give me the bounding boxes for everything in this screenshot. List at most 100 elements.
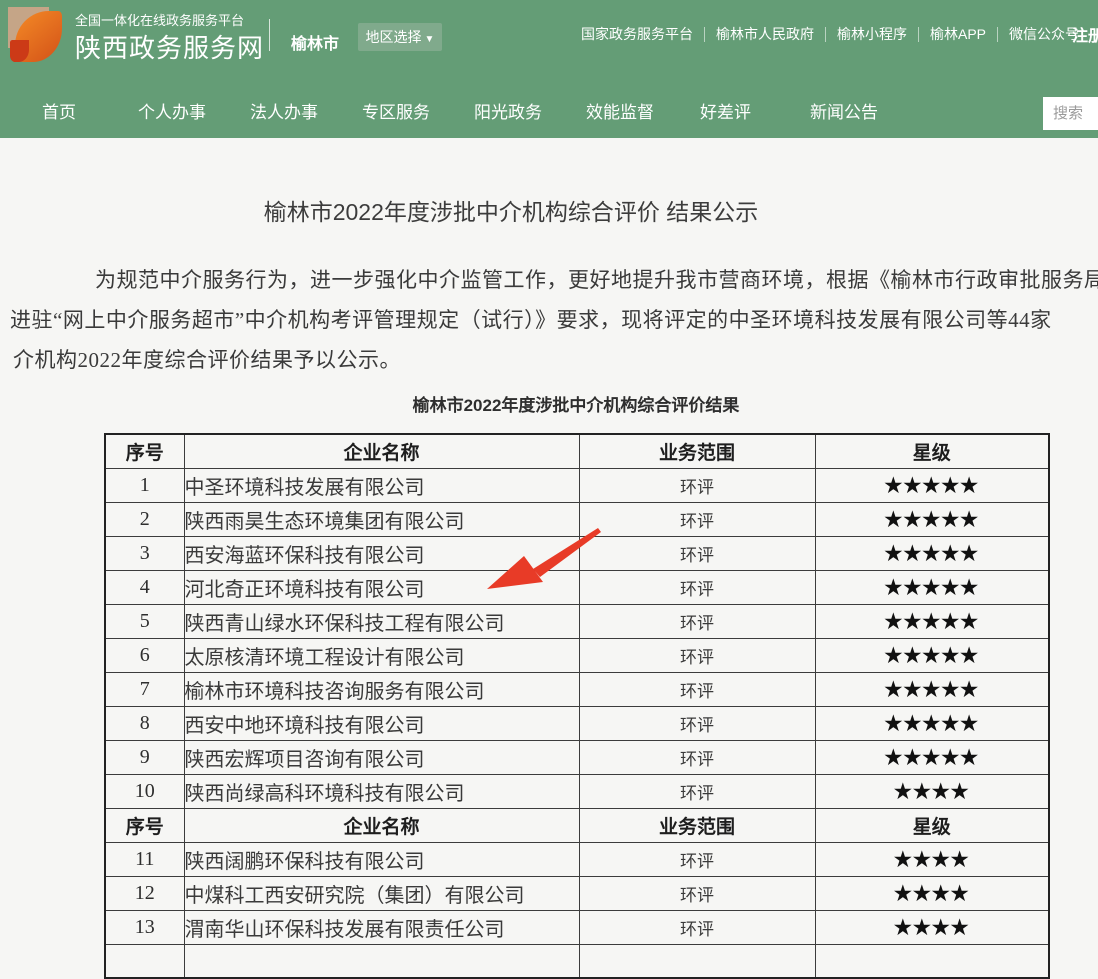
- chevron-down-icon: ▼: [425, 34, 435, 45]
- table-row: 7榆林市环境科技咨询服务有限公司环评★★★★★: [105, 672, 1049, 706]
- business-scope: 环评: [579, 570, 815, 604]
- row-number: 10: [105, 774, 184, 808]
- top-link[interactable]: 榆林APP: [919, 24, 997, 44]
- top-link[interactable]: 榆林市人民政府: [705, 24, 825, 44]
- region-selector-label: 地区选择: [366, 29, 422, 45]
- table-row: 3西安海蓝环保科技有限公司环评★★★★★: [105, 536, 1049, 570]
- nav-item-7[interactable]: 好差评: [700, 98, 751, 123]
- row-number: 8: [105, 706, 184, 740]
- star-rating: ★★★★★: [815, 570, 1049, 604]
- region-selector-button[interactable]: 地区选择▼: [358, 23, 442, 51]
- table-row: 13渭南华山环保科技发展有限责任公司环评★★★★: [105, 910, 1049, 944]
- column-header: 序号: [105, 808, 184, 842]
- page-title: 榆林市2022年度涉批中介机构综合评价 结果公示: [0, 193, 1022, 227]
- table-header-row: 序号企业名称业务范围星级: [105, 434, 1049, 468]
- nav-item-1[interactable]: 首页: [42, 98, 76, 123]
- top-links: 国家政务服务平台榆林市人民政府榆林小程序榆林APP微信公众号: [570, 25, 1090, 43]
- star-rating: ★★★★★: [815, 672, 1049, 706]
- column-header: 星级: [815, 808, 1049, 842]
- company-name: 陕西宏辉项目咨询有限公司: [184, 740, 579, 774]
- row-number: 1: [105, 468, 184, 502]
- business-scope: 环评: [579, 468, 815, 502]
- company-name: 中煤科工西安研究院（集团）有限公司: [184, 876, 579, 910]
- business-scope: 环评: [579, 502, 815, 536]
- star-rating: ★★★★★: [815, 502, 1049, 536]
- nav-item-8[interactable]: 新闻公告: [810, 98, 878, 123]
- business-scope: 环评: [579, 706, 815, 740]
- search-input[interactable]: [1043, 97, 1098, 130]
- nav-item-4[interactable]: 专区服务: [362, 98, 430, 123]
- row-number: 3: [105, 536, 184, 570]
- business-scope: 环评: [579, 536, 815, 570]
- table-row: 1中圣环境科技发展有限公司环评★★★★★: [105, 468, 1049, 502]
- paragraph-line: 介机构2022年度综合评价结果予以公示。: [13, 344, 401, 374]
- company-name: 西安中地环境科技有限公司: [184, 706, 579, 740]
- row-number: 7: [105, 672, 184, 706]
- nav-item-5[interactable]: 阳光政务: [474, 98, 542, 123]
- company-name: 河北奇正环境科技有限公司: [184, 570, 579, 604]
- company-name: 榆林市环境科技咨询服务有限公司: [184, 672, 579, 706]
- main-nav: 首页 个人办事 法人办事 专区服务 阳光政务 效能监督 好差评 新闻公告: [0, 72, 1098, 138]
- company-name: 西安海蓝环保科技有限公司: [184, 536, 579, 570]
- company-name: 陕西尚绿高科环境科技有限公司: [184, 774, 579, 808]
- site-logo: [8, 7, 65, 64]
- company-name: 中圣环境科技发展有限公司: [184, 468, 579, 502]
- current-city: 榆林市: [291, 30, 339, 54]
- table-row: 8西安中地环境科技有限公司环评★★★★★: [105, 706, 1049, 740]
- table-row: 11陕西阔鹏环保科技有限公司环评★★★★: [105, 842, 1049, 876]
- nav-item-2[interactable]: 个人办事: [138, 98, 206, 123]
- column-header: 业务范围: [579, 808, 815, 842]
- row-number: 9: [105, 740, 184, 774]
- row-number: 12: [105, 876, 184, 910]
- divider: [269, 19, 270, 51]
- star-rating: ★★★★★: [815, 706, 1049, 740]
- business-scope: 环评: [579, 672, 815, 706]
- column-header: 序号: [105, 434, 184, 468]
- star-rating: ★★★★: [815, 910, 1049, 944]
- site-name: 陕西政务服务网: [75, 28, 264, 65]
- paragraph-line: 进驻“网上中介服务超市”中介机构考评管理规定（试行）》要求，现将评定的中圣环境科…: [10, 304, 1052, 334]
- table-row: 12中煤科工西安研究院（集团）有限公司环评★★★★: [105, 876, 1049, 910]
- company-name: [184, 944, 579, 978]
- platform-name: 全国一体化在线政务服务平台: [75, 10, 244, 29]
- nav-item-6[interactable]: 效能监督: [586, 98, 654, 123]
- company-name: 太原核清环境工程设计有限公司: [184, 638, 579, 672]
- star-rating: ★★★★★: [815, 468, 1049, 502]
- table-row: 5陕西青山绿水环保科技工程有限公司环评★★★★★: [105, 604, 1049, 638]
- row-number: 6: [105, 638, 184, 672]
- register-link[interactable]: 注册: [1072, 22, 1098, 46]
- row-number: 5: [105, 604, 184, 638]
- row-number: 2: [105, 502, 184, 536]
- column-header: 星级: [815, 434, 1049, 468]
- business-scope: 环评: [579, 638, 815, 672]
- table-row: 2陕西雨昊生态环境集团有限公司环评★★★★★: [105, 502, 1049, 536]
- company-name: 陕西青山绿水环保科技工程有限公司: [184, 604, 579, 638]
- table-row: [105, 944, 1049, 978]
- top-link[interactable]: 国家政务服务平台: [570, 24, 704, 44]
- business-scope: 环评: [579, 842, 815, 876]
- table-row: 4河北奇正环境科技有限公司环评★★★★★: [105, 570, 1049, 604]
- star-rating: ★★★★★: [815, 740, 1049, 774]
- company-name: 渭南华山环保科技发展有限责任公司: [184, 910, 579, 944]
- company-name: 陕西雨昊生态环境集团有限公司: [184, 502, 579, 536]
- table-caption: 榆林市2022年度涉批中介机构综合评价结果: [104, 391, 1048, 416]
- nav-item-3[interactable]: 法人办事: [250, 98, 318, 123]
- top-link[interactable]: 榆林小程序: [826, 24, 918, 44]
- row-number: [105, 944, 184, 978]
- business-scope: 环评: [579, 774, 815, 808]
- column-header: 业务范围: [579, 434, 815, 468]
- star-rating: ★★★★★: [815, 638, 1049, 672]
- business-scope: 环评: [579, 910, 815, 944]
- table-row: 6太原核清环境工程设计有限公司环评★★★★★: [105, 638, 1049, 672]
- table-row: 10陕西尚绿高科环境科技有限公司环评★★★★: [105, 774, 1049, 808]
- site-header: 全国一体化在线政务服务平台 陕西政务服务网 榆林市 地区选择▼ 国家政务服务平台…: [0, 0, 1098, 138]
- company-name: 陕西阔鹏环保科技有限公司: [184, 842, 579, 876]
- row-number: 4: [105, 570, 184, 604]
- star-rating: ★★★★: [815, 876, 1049, 910]
- column-header: 企业名称: [184, 434, 579, 468]
- business-scope: 环评: [579, 740, 815, 774]
- table-header-row: 序号企业名称业务范围星级: [105, 808, 1049, 842]
- paragraph-line: 为规范中介服务行为，进一步强化中介监管工作，更好地提升我市营商环境，根据《榆林市…: [95, 264, 1098, 294]
- evaluation-table: 序号企业名称业务范围星级1中圣环境科技发展有限公司环评★★★★★2陕西雨昊生态环…: [104, 433, 1050, 979]
- column-header: 企业名称: [184, 808, 579, 842]
